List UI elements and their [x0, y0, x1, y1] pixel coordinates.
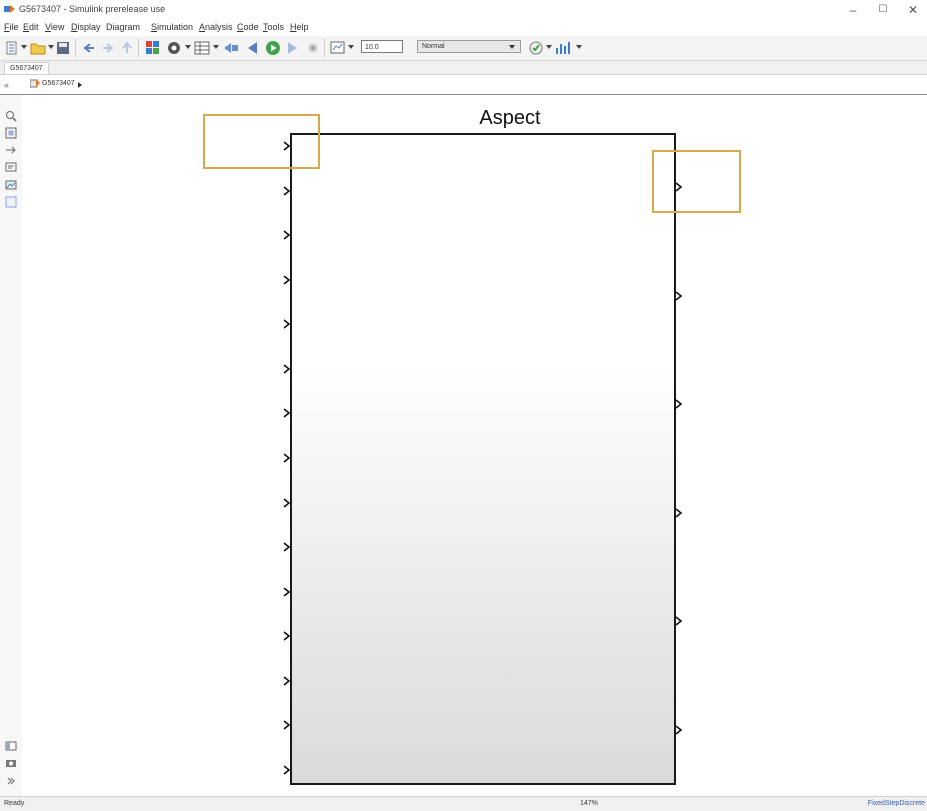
run-icon[interactable] — [265, 40, 281, 56]
toolbar-separator — [324, 39, 325, 57]
breadcrumb[interactable]: G5673407 — [42, 80, 75, 87]
arrow-icon[interactable] — [5, 144, 17, 156]
open-icon[interactable] — [30, 40, 46, 56]
tab-model[interactable]: G5673407 — [4, 62, 49, 74]
input-port[interactable] — [283, 720, 291, 731]
window-title: G5673407 - Simulink prerelease use — [19, 4, 166, 14]
input-port-highlight — [203, 114, 320, 169]
address-bar: « G5673407 — [0, 75, 927, 95]
input-port[interactable] — [283, 275, 291, 285]
title-bar: G5673407 - Simulink prerelease use – ☐ ✕ — [0, 0, 927, 20]
forward-icon[interactable] — [101, 40, 115, 56]
record-icon[interactable] — [330, 40, 346, 56]
status-bar: Ready 147% FixedStepDiscrete — [0, 796, 927, 811]
open-dropdown-icon[interactable] — [48, 45, 54, 49]
input-port[interactable] — [283, 542, 291, 552]
output-port[interactable] — [675, 725, 683, 735]
menu-bar: File Edit View Display Diagram Simulatio… — [0, 20, 927, 36]
input-port[interactable] — [283, 631, 291, 641]
step-forward-icon[interactable] — [286, 40, 300, 56]
menu-display[interactable]: Display — [71, 22, 101, 32]
settings-dropdown-icon[interactable] — [185, 45, 191, 49]
menu-code[interactable]: Code — [237, 22, 259, 32]
expand-icon[interactable] — [5, 775, 17, 787]
block-title: Aspect — [479, 107, 541, 129]
menu-view[interactable]: View — [45, 22, 64, 32]
toolbar-separator — [138, 39, 139, 57]
data-inspector-icon[interactable] — [555, 40, 573, 56]
zoom-level: 147% — [580, 800, 598, 807]
input-port[interactable] — [283, 364, 291, 374]
inspector-dropdown-icon[interactable] — [576, 45, 582, 49]
back-icon[interactable] — [82, 40, 96, 56]
fit-view-icon[interactable] — [5, 127, 17, 139]
annotation-icon[interactable] — [5, 161, 17, 173]
input-port[interactable] — [283, 497, 291, 508]
menu-analysis[interactable]: Analysis — [199, 22, 233, 32]
breadcrumb-arrow-icon[interactable] — [78, 82, 82, 88]
output-port[interactable] — [675, 616, 683, 627]
new-model-icon[interactable] — [5, 40, 19, 56]
build-icon[interactable] — [528, 40, 544, 56]
step-back-icon[interactable] — [222, 40, 240, 56]
up-icon[interactable] — [120, 40, 134, 56]
model-tab-strip: G5673407 — [0, 61, 927, 75]
simulation-mode-select[interactable]: Normal — [417, 40, 521, 53]
build-dropdown-icon[interactable] — [546, 45, 552, 49]
input-port[interactable] — [283, 319, 291, 329]
output-port[interactable] — [675, 290, 683, 301]
model-browser-icon[interactable] — [5, 740, 17, 752]
minimize-button[interactable]: – — [842, 2, 864, 18]
toolbar-separator — [75, 39, 76, 57]
input-port[interactable] — [283, 408, 291, 419]
stop-time-input[interactable]: 10.0 — [361, 40, 403, 53]
model-explorer-icon[interactable] — [194, 40, 210, 56]
menu-simulation[interactable]: Simulation — [151, 22, 193, 32]
area-icon[interactable] — [5, 196, 17, 208]
library-browser-icon[interactable] — [145, 40, 161, 56]
input-port[interactable] — [283, 453, 291, 463]
aspect-subsystem-block[interactable] — [290, 133, 676, 785]
input-port[interactable] — [283, 185, 291, 196]
status-text: Ready — [4, 800, 25, 807]
zoom-icon[interactable] — [5, 110, 17, 122]
solver-link[interactable]: FixedStepDiscrete — [868, 800, 925, 807]
step-back-alt-icon[interactable] — [245, 40, 261, 56]
input-port[interactable] — [283, 587, 291, 597]
save-icon[interactable] — [56, 40, 70, 56]
screenshot-icon[interactable] — [5, 757, 17, 769]
model-icon — [30, 79, 40, 88]
new-model-dropdown-icon[interactable] — [21, 45, 27, 49]
input-port[interactable] — [283, 765, 291, 775]
close-button[interactable]: ✕ — [902, 2, 924, 18]
input-port[interactable] — [283, 676, 291, 686]
maximize-button[interactable]: ☐ — [872, 2, 894, 18]
model-settings-icon[interactable] — [166, 40, 182, 56]
input-port[interactable] — [283, 230, 291, 240]
menu-edit[interactable]: Edit — [23, 22, 39, 32]
simulation-mode-value: Normal — [422, 43, 445, 50]
stop-icon[interactable] — [306, 40, 320, 56]
menu-tools[interactable]: Tools — [263, 22, 284, 32]
explorer-dropdown-icon[interactable] — [213, 45, 219, 49]
image-icon[interactable] — [5, 179, 17, 191]
simulink-app-icon — [4, 5, 15, 13]
menu-file[interactable]: File — [4, 22, 19, 32]
record-dropdown-icon[interactable] — [348, 45, 354, 49]
left-palette — [0, 95, 22, 796]
hide-browser-button[interactable]: « — [4, 80, 9, 90]
menu-diagram[interactable]: Diagram — [106, 22, 140, 32]
chevron-down-icon — [509, 45, 515, 49]
output-port[interactable] — [675, 508, 683, 518]
output-port-highlight — [652, 150, 741, 213]
output-port[interactable] — [675, 399, 683, 409]
menu-help[interactable]: Help — [290, 22, 309, 32]
